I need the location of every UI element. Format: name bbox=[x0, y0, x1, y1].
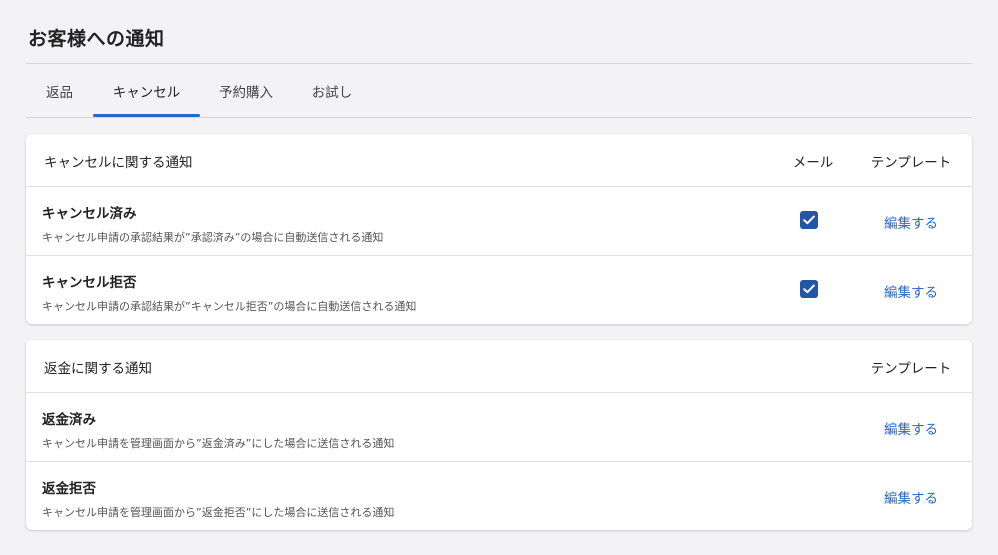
cancel-notifications-card: キャンセルに関する通知 メール テンプレート キャンセル済み キャンセル申請の承… bbox=[26, 134, 972, 324]
notification-row-refund-rejected: 返金拒否 キャンセル申請を管理画面から”返金拒否”にした場合に送信される通知 編… bbox=[26, 462, 972, 531]
notification-title: 返金拒否 bbox=[42, 481, 96, 497]
refund-notifications-card: 返金に関する通知 テンプレート 返金済み キャンセル申請を管理画面から”返金済み… bbox=[26, 340, 972, 530]
tab-returns[interactable]: 返品 bbox=[26, 64, 93, 117]
notification-title: キャンセル拒否 bbox=[42, 275, 137, 291]
edit-template-link[interactable]: 編集する bbox=[864, 187, 958, 256]
card-header: 返金に関する通知 テンプレート bbox=[26, 340, 972, 393]
notification-description: キャンセル申請を管理画面から”返金拒否”にした場合に送信される通知 bbox=[42, 506, 395, 519]
notification-description: キャンセル申請の承認結果が”承認済み”の場合に自動送信される通知 bbox=[42, 231, 384, 244]
check-icon bbox=[803, 284, 815, 294]
notification-row-cancelled: キャンセル済み キャンセル申請の承認結果が”承認済み”の場合に自動送信される通知… bbox=[26, 187, 972, 256]
tab-bar: 返品 キャンセル 予約購入 お試し bbox=[26, 64, 972, 118]
column-header-mail: メール bbox=[792, 154, 834, 171]
page-title: お客様への通知 bbox=[28, 28, 165, 50]
card-title: キャンセルに関する通知 bbox=[44, 154, 193, 171]
edit-template-link[interactable]: 編集する bbox=[864, 256, 958, 325]
notification-description: キャンセル申請の承認結果が”キャンセル拒否”の場合に自動送信される通知 bbox=[42, 300, 417, 313]
edit-template-link[interactable]: 編集する bbox=[864, 393, 958, 462]
notification-row-cancel-rejected: キャンセル拒否 キャンセル申請の承認結果が”キャンセル拒否”の場合に自動送信され… bbox=[26, 256, 972, 325]
column-header-template: テンプレート bbox=[870, 154, 952, 171]
check-icon bbox=[803, 215, 815, 225]
card-header: キャンセルに関する通知 メール テンプレート bbox=[26, 134, 972, 187]
column-header-template: テンプレート bbox=[870, 360, 952, 377]
tab-preorder[interactable]: 予約購入 bbox=[200, 64, 292, 117]
notification-title: 返金済み bbox=[42, 412, 96, 428]
notification-row-refunded: 返金済み キャンセル申請を管理画面から”返金済み”にした場合に送信される通知 編… bbox=[26, 393, 972, 462]
tab-trial[interactable]: お試し bbox=[292, 64, 372, 117]
notification-title: キャンセル済み bbox=[42, 206, 137, 222]
card-title: 返金に関する通知 bbox=[44, 360, 152, 377]
mail-checkbox[interactable] bbox=[800, 280, 818, 298]
active-tab-indicator bbox=[93, 114, 200, 117]
mail-checkbox[interactable] bbox=[800, 211, 818, 229]
notification-description: キャンセル申請を管理画面から”返金済み”にした場合に送信される通知 bbox=[42, 437, 395, 450]
edit-template-link[interactable]: 編集する bbox=[864, 462, 958, 531]
tab-cancel[interactable]: キャンセル bbox=[93, 64, 200, 117]
